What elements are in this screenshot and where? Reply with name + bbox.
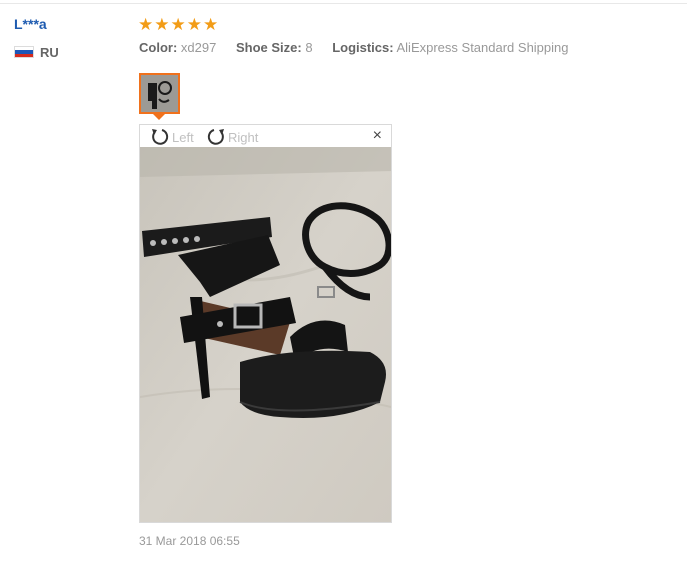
- attribute-key: Color:: [139, 40, 178, 55]
- attribute-key: Shoe Size:: [235, 40, 302, 55]
- attribute-logistics: Logistics: AliExpress Standard Shipping: [332, 40, 568, 55]
- attribute-color: Color: xd297: [139, 40, 216, 55]
- star-icon: ★: [154, 15, 170, 34]
- russia-flag-icon: [14, 46, 34, 58]
- attribute-key: Logistics:: [332, 40, 394, 55]
- photo-viewer: Left Right ×: [139, 124, 392, 523]
- viewer-toolbar: Left Right ×: [140, 125, 391, 147]
- attribute-value: 8: [305, 40, 313, 55]
- star-icon: ★: [203, 15, 219, 34]
- review-photo: [140, 147, 391, 522]
- reviewer-country: RU: [14, 44, 59, 60]
- thumbnail-pointer-icon: [153, 114, 165, 120]
- rotate-right-icon: [207, 129, 224, 145]
- star-icon: ★: [170, 15, 186, 34]
- rotate-right-label: Right: [228, 129, 259, 145]
- star-icon: ★: [186, 15, 202, 34]
- rotate-left-button[interactable]: Left: [150, 127, 194, 147]
- close-icon[interactable]: ×: [373, 127, 382, 145]
- attribute-shoe-size: Shoe Size: 8: [236, 40, 313, 55]
- reviewer-name[interactable]: L***a: [14, 16, 47, 32]
- attribute-value: AliExpress Standard Shipping: [396, 40, 569, 55]
- star-rating: ★ ★ ★ ★ ★: [138, 16, 218, 34]
- thumbnail-image: [141, 75, 178, 112]
- review-date: 31 Mar 2018 06:55: [139, 534, 240, 548]
- sandal-photo-image: [140, 147, 391, 522]
- top-divider: [0, 3, 687, 4]
- attribute-value: xd297: [180, 40, 217, 55]
- country-code: RU: [40, 44, 59, 60]
- rotate-left-label: Left: [172, 129, 194, 145]
- star-icon: ★: [138, 15, 154, 34]
- rotate-right-button[interactable]: Right: [206, 127, 258, 147]
- rotate-left-icon: [152, 129, 169, 145]
- review-attributes: Color: xd297 Shoe Size: 8 Logistics: Ali…: [139, 40, 585, 55]
- review-photo-thumbnail[interactable]: [139, 73, 180, 114]
